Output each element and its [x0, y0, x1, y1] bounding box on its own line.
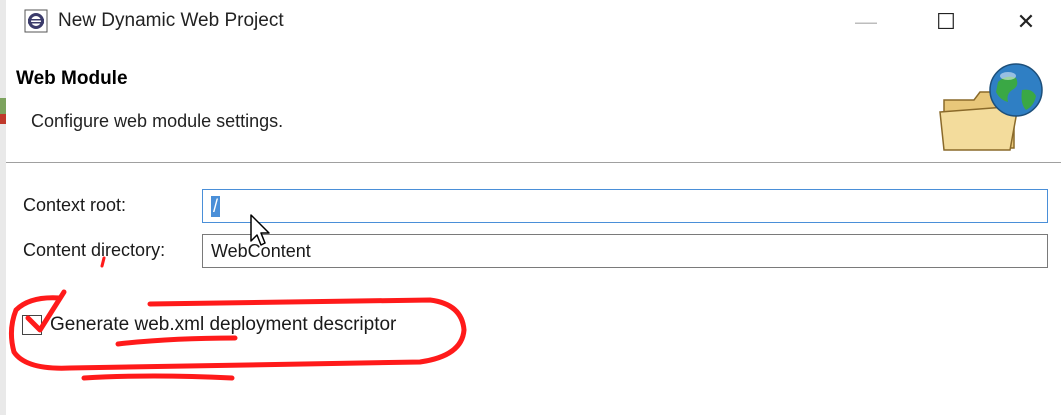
window-title: New Dynamic Web Project [58, 10, 284, 31]
dialog-window: New Dynamic Web Project — ☐ ✕ Web Module… [0, 0, 1061, 415]
page-description: Configure web module settings. [31, 111, 284, 131]
close-icon: ✕ [1016, 9, 1036, 34]
eclipse-app-icon [24, 9, 48, 33]
content-directory-input[interactable]: WebContent [202, 234, 1048, 268]
mouse-cursor-icon [250, 214, 270, 246]
folder-globe-icon [939, 63, 1043, 151]
wizard-banner: Web Module Configure web module settings… [6, 44, 1061, 163]
title-bar[interactable]: New Dynamic Web Project — ☐ ✕ [6, 0, 1061, 44]
close-button[interactable]: ✕ [996, 0, 1056, 44]
minimize-button[interactable]: — [836, 0, 896, 44]
context-root-value: / [211, 195, 221, 217]
maximize-icon: ☐ [936, 9, 956, 34]
generate-descriptor-label[interactable]: Generate web.xml deployment descriptor [50, 314, 396, 336]
page-title: Web Module [16, 68, 128, 89]
context-root-input[interactable]: / [202, 189, 1048, 223]
context-root-label: Context root: [23, 195, 127, 215]
maximize-button[interactable]: ☐ [916, 0, 976, 44]
form-area: Context root: / Content directory: WebCo… [6, 163, 1061, 415]
generate-descriptor-checkbox[interactable] [22, 315, 42, 335]
minimize-icon: — [855, 9, 877, 34]
content-directory-label: Content directory: [23, 240, 166, 260]
